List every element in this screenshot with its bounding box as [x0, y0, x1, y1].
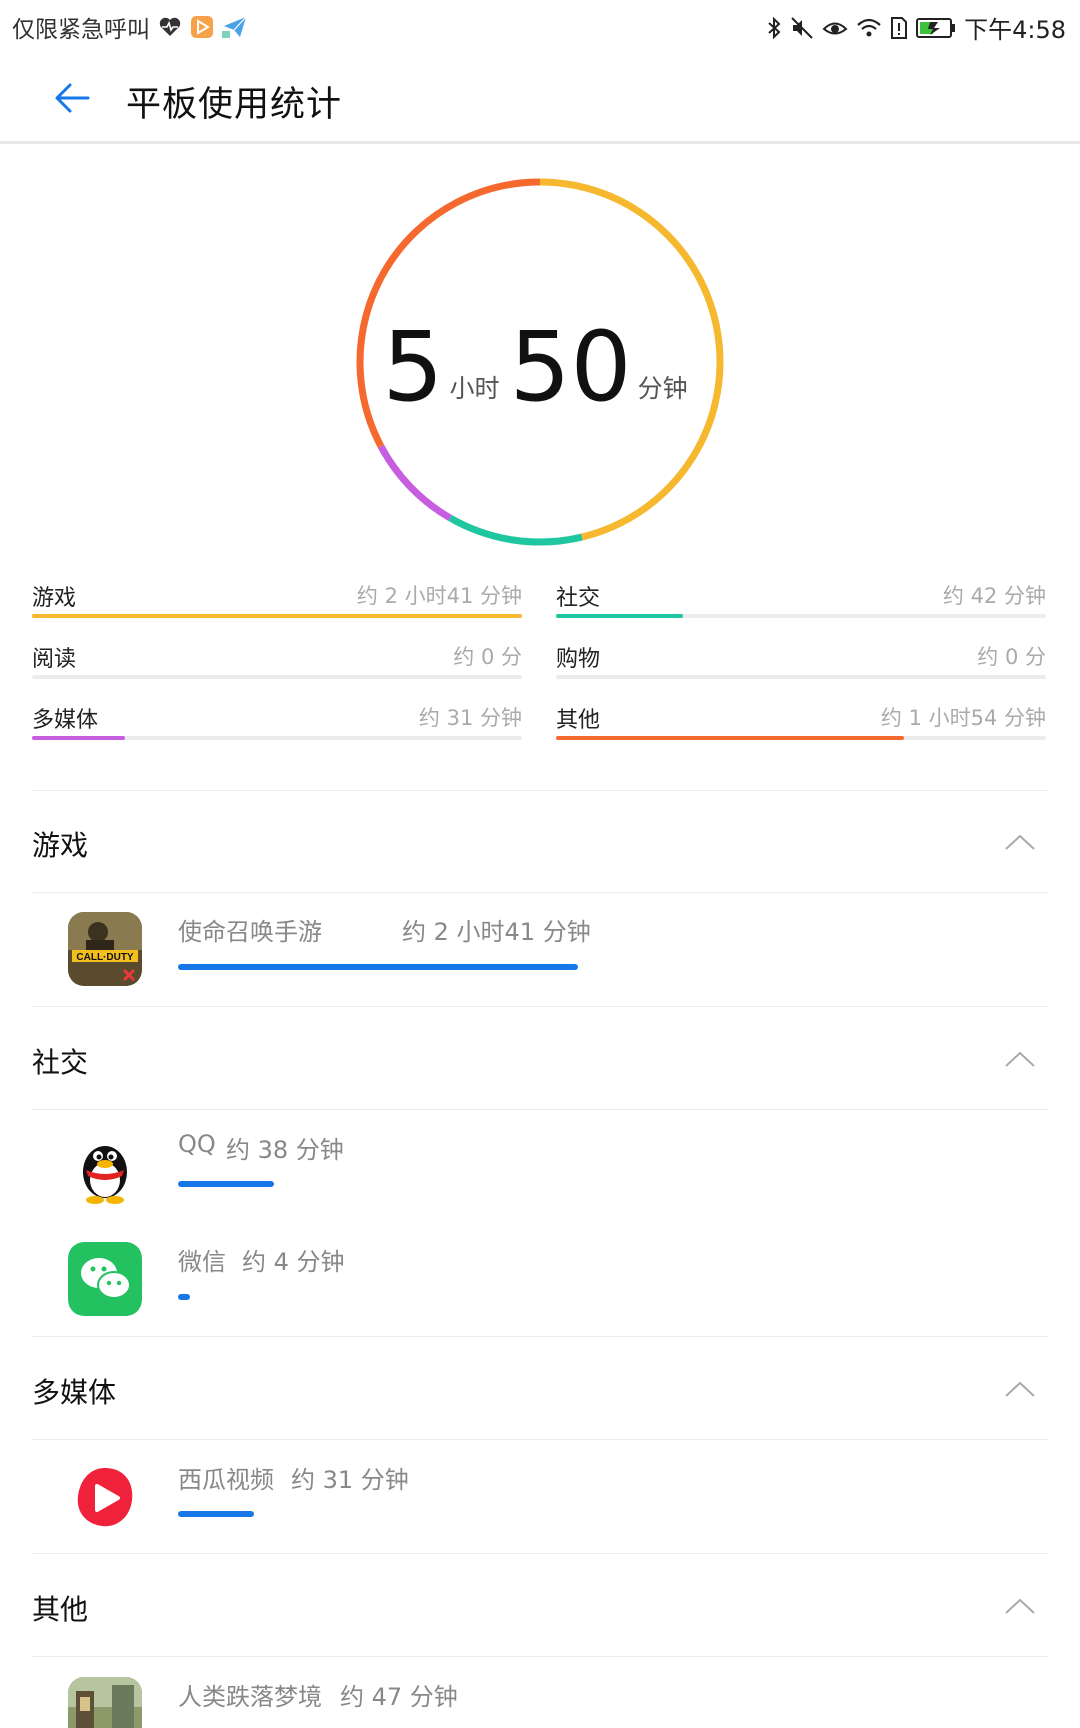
app-usage-bar [178, 1294, 190, 1300]
battery-charging-icon [916, 17, 956, 39]
app-name: 人类跌落梦境 [178, 1683, 322, 1711]
category-name: 其他 [556, 708, 601, 733]
category-track [32, 614, 522, 618]
app-name: 西瓜视频 [178, 1466, 274, 1494]
divider [32, 1656, 1048, 1657]
wifi-icon [856, 16, 882, 40]
status-bar: 仅限紧急呼叫 下午4:58 [0, 0, 1080, 52]
category-reading[interactable]: 阅读 约 0 分 [32, 641, 522, 681]
mute-icon [790, 16, 814, 40]
app-bar: 平板使用统计 [0, 52, 1080, 144]
divider [32, 790, 1048, 791]
app-name: 使命召唤手游 [178, 918, 322, 946]
total-usage: 5 小时 50 分钟 [350, 172, 730, 552]
clock-text: 下午4:58 [964, 16, 1066, 44]
xigua-video-app-icon[interactable] [68, 1460, 142, 1534]
total-hours: 5 [382, 311, 444, 423]
wechat-app-icon[interactable] [68, 1242, 142, 1316]
category-name: 购物 [556, 647, 601, 672]
video-app-icon [190, 15, 214, 39]
status-left: 仅限紧急呼叫 [12, 10, 248, 44]
divider [32, 1439, 1048, 1440]
usage-ring: 5 小时 50 分钟 [350, 172, 730, 552]
section-title-other: 其他 [32, 1593, 89, 1626]
heart-rate-icon [158, 16, 182, 38]
app-time: 约 2 小时41 分钟 [402, 918, 591, 946]
chevron-up-icon[interactable] [1004, 1596, 1036, 1616]
category-fill [556, 614, 684, 618]
divider [32, 1109, 1048, 1110]
minutes-unit: 分钟 [637, 374, 688, 403]
human-fall-flat-app-icon[interactable] [68, 1677, 142, 1728]
paper-plane-icon [222, 15, 248, 39]
category-name: 社交 [556, 586, 601, 611]
app-usage-bar [178, 1181, 274, 1187]
category-name: 多媒体 [32, 708, 99, 733]
divider [32, 1553, 1048, 1554]
app-name: QQ [178, 1130, 216, 1158]
category-social[interactable]: 社交 约 42 分钟 [556, 580, 1046, 620]
category-other[interactable]: 其他 约 1 小时54 分钟 [556, 702, 1046, 742]
call-of-duty-app-icon[interactable]: CALL·DUTY [68, 912, 142, 986]
sim-alert-icon [890, 16, 908, 40]
app-time: 约 31 分钟 [291, 1466, 409, 1494]
chevron-up-icon[interactable] [1004, 1049, 1036, 1069]
category-name: 游戏 [32, 586, 77, 611]
bluetooth-icon [766, 16, 782, 40]
category-value: 约 0 分 [977, 645, 1046, 669]
category-value: 约 1 小时54 分钟 [880, 706, 1046, 730]
category-track [556, 675, 1046, 679]
total-minutes: 50 [509, 311, 632, 423]
category-value: 约 42 分钟 [942, 584, 1046, 608]
divider [32, 1336, 1048, 1337]
category-shopping[interactable]: 购物 约 0 分 [556, 641, 1046, 681]
hours-unit: 小时 [449, 374, 500, 403]
emergency-calls-only-text: 仅限紧急呼叫 [12, 17, 150, 43]
back-button[interactable] [50, 76, 94, 120]
category-media[interactable]: 多媒体 约 31 分钟 [32, 702, 522, 742]
category-track [32, 736, 522, 740]
section-title-games: 游戏 [32, 829, 89, 862]
category-games[interactable]: 游戏 约 2 小时41 分钟 [32, 580, 522, 620]
category-fill [556, 736, 904, 740]
qq-app-icon[interactable] [68, 1130, 142, 1204]
category-fill [32, 614, 522, 618]
eye-comfort-icon [822, 16, 848, 40]
category-track [556, 614, 1046, 618]
app-time: 约 47 分钟 [340, 1683, 458, 1711]
category-value: 约 2 小时41 分钟 [356, 584, 522, 608]
category-value: 约 0 分 [453, 645, 522, 669]
status-right: 下午4:58 [766, 10, 1066, 45]
app-usage-bar [178, 1511, 254, 1517]
page-title: 平板使用统计 [126, 85, 343, 125]
app-usage-bar [178, 964, 578, 970]
svg-text:CALL·DUTY: CALL·DUTY [76, 952, 134, 963]
app-time: 约 4 分钟 [242, 1248, 345, 1276]
chevron-up-icon[interactable] [1004, 832, 1036, 852]
arrow-left-icon [55, 83, 90, 113]
divider [32, 1006, 1048, 1007]
category-track [32, 675, 522, 679]
category-fill [32, 736, 126, 740]
category-name: 阅读 [32, 647, 77, 672]
app-time: 约 38 分钟 [226, 1136, 344, 1164]
chevron-up-icon[interactable] [1004, 1379, 1036, 1399]
section-title-social: 社交 [32, 1046, 89, 1079]
app-name: 微信 [178, 1248, 226, 1276]
category-track [556, 736, 1046, 740]
section-title-media: 多媒体 [32, 1376, 117, 1409]
divider [32, 892, 1048, 893]
category-value: 约 31 分钟 [418, 706, 522, 730]
